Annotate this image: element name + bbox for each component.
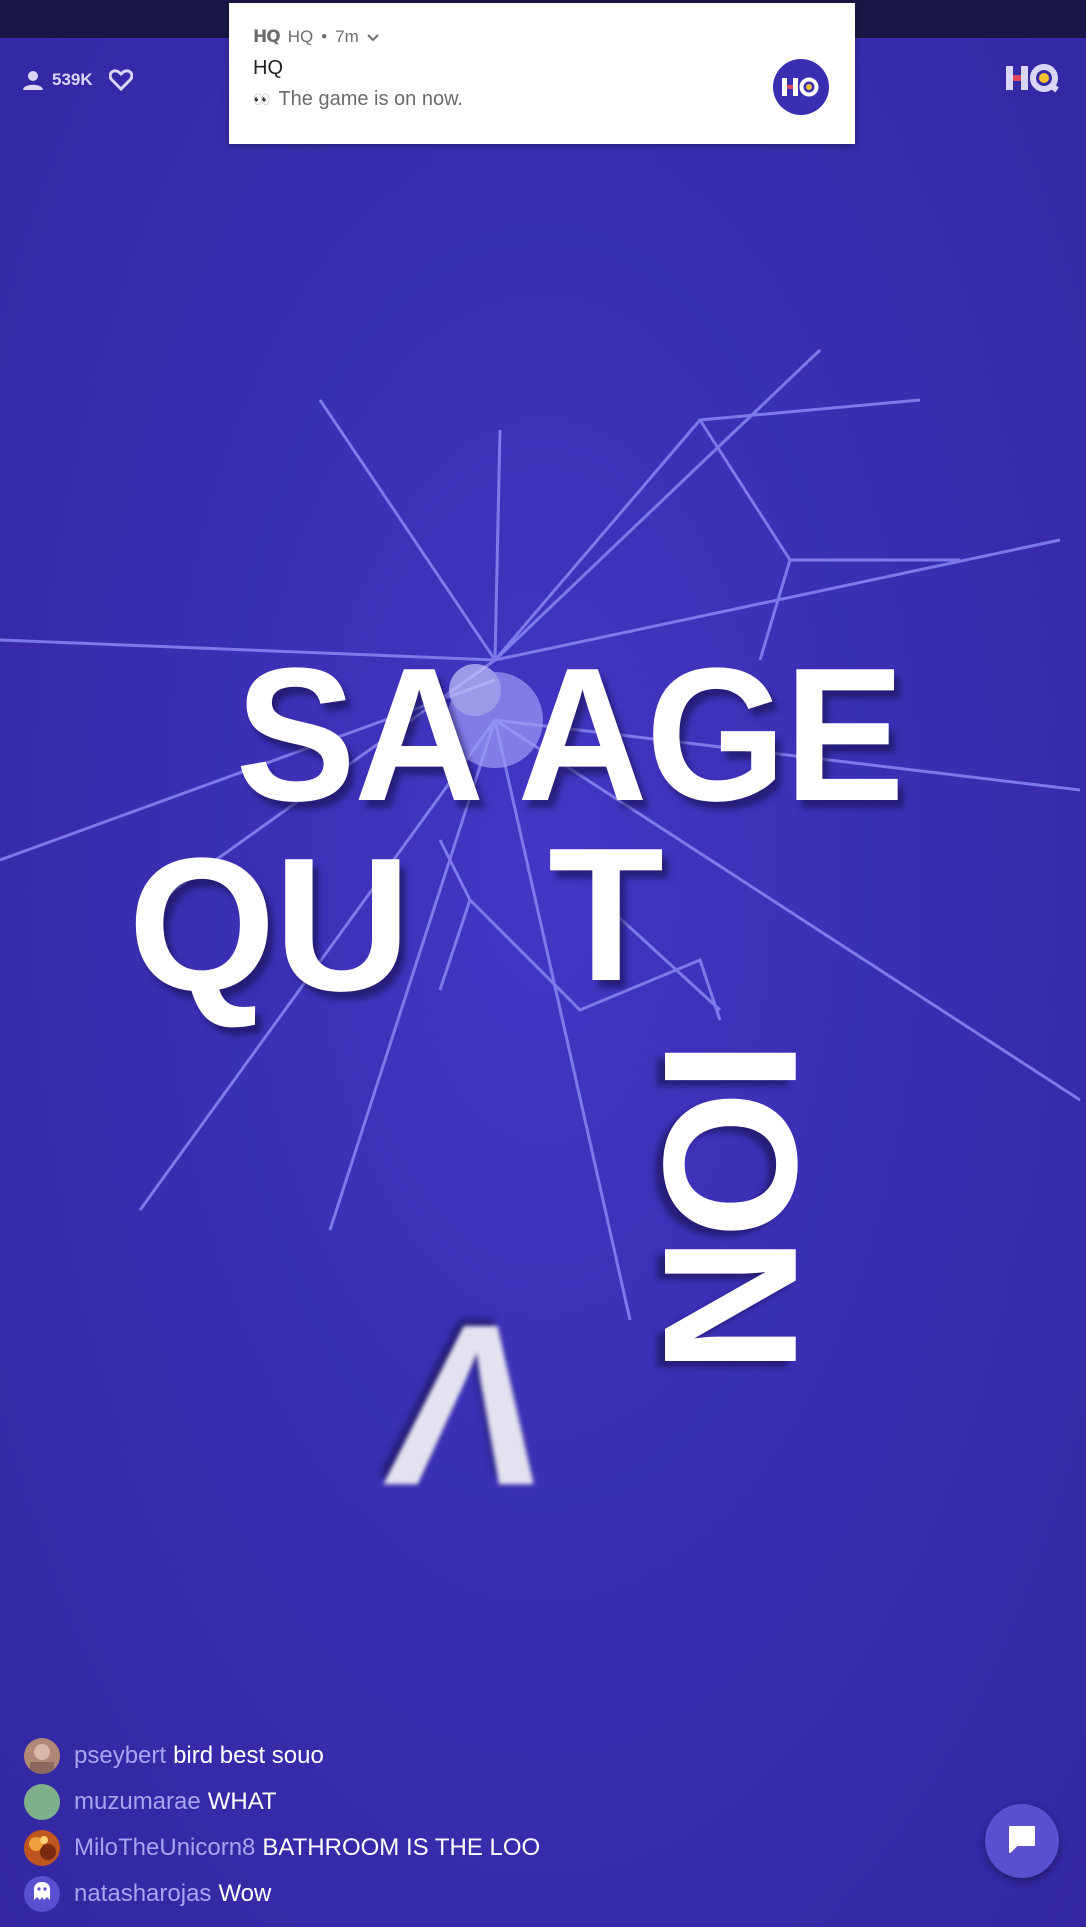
chat-username: pseybert <box>74 1742 167 1769</box>
chat-bubble-icon <box>1007 1824 1037 1859</box>
notification-time: 7m <box>335 27 359 46</box>
viewer-count: 539K <box>22 66 133 94</box>
falling-letter: V <box>376 1277 565 1534</box>
question-word-rotated: ION <box>624 1040 836 1372</box>
question-word-mid: T <box>548 809 664 1021</box>
chat-feed: pseybert bird best souo muzumarae WHAT M… <box>24 1733 924 1917</box>
avatar <box>24 1738 60 1774</box>
ghost-icon <box>33 1880 51 1908</box>
avatar <box>24 1876 60 1912</box>
push-notification[interactable]: HQ HQ • 7m HQ 👀 The game is on now. <box>229 3 855 144</box>
notification-body: 👀 The game is on now. <box>253 88 831 111</box>
chat-text: WHAT <box>207 1788 277 1815</box>
notification-app-name: HQ <box>287 27 314 46</box>
chat-text: bird best souo <box>173 1742 324 1769</box>
avatar <box>24 1830 60 1866</box>
heart-icon[interactable] <box>108 69 133 91</box>
savage-word: SA AGE <box>235 629 905 841</box>
chat-button[interactable] <box>985 1804 1059 1878</box>
avatar <box>24 1784 60 1820</box>
notification-title: HQ <box>253 57 283 79</box>
notification-text: The game is on now. <box>278 88 463 110</box>
chat-username: natasharojas <box>74 1880 212 1907</box>
notification-separator: • <box>321 27 328 46</box>
chat-message: pseybert bird best souo <box>24 1733 924 1779</box>
hq-logo <box>1004 62 1060 94</box>
notification-avatar-logo <box>782 77 819 97</box>
chat-text: BATHROOM IS THE LOO <box>262 1834 541 1861</box>
person-icon <box>22 69 44 91</box>
game-stage: SA AGE QU T ION V 539K pseybert bird bes… <box>0 0 1086 1927</box>
chat-message: MiloTheUnicorn8 BATHROOM IS THE LOO <box>24 1825 924 1871</box>
hq-app-icon: HQ <box>253 27 281 47</box>
chat-text: Wow <box>218 1880 272 1907</box>
chevron-down-icon[interactable] <box>367 27 379 47</box>
eyes-icon: 👀 <box>253 91 271 107</box>
chat-username: MiloTheUnicorn8 <box>74 1834 256 1861</box>
question-word-left: QU <box>128 819 411 1031</box>
chat-username: muzumarae <box>74 1788 201 1815</box>
chat-message: muzumarae WHAT <box>24 1779 924 1825</box>
notification-header: HQ HQ • 7m <box>253 27 831 47</box>
chat-message: natasharojas Wow <box>24 1871 924 1917</box>
hq-avatar-icon <box>773 59 829 115</box>
viewer-count-text: 539K <box>52 70 93 89</box>
